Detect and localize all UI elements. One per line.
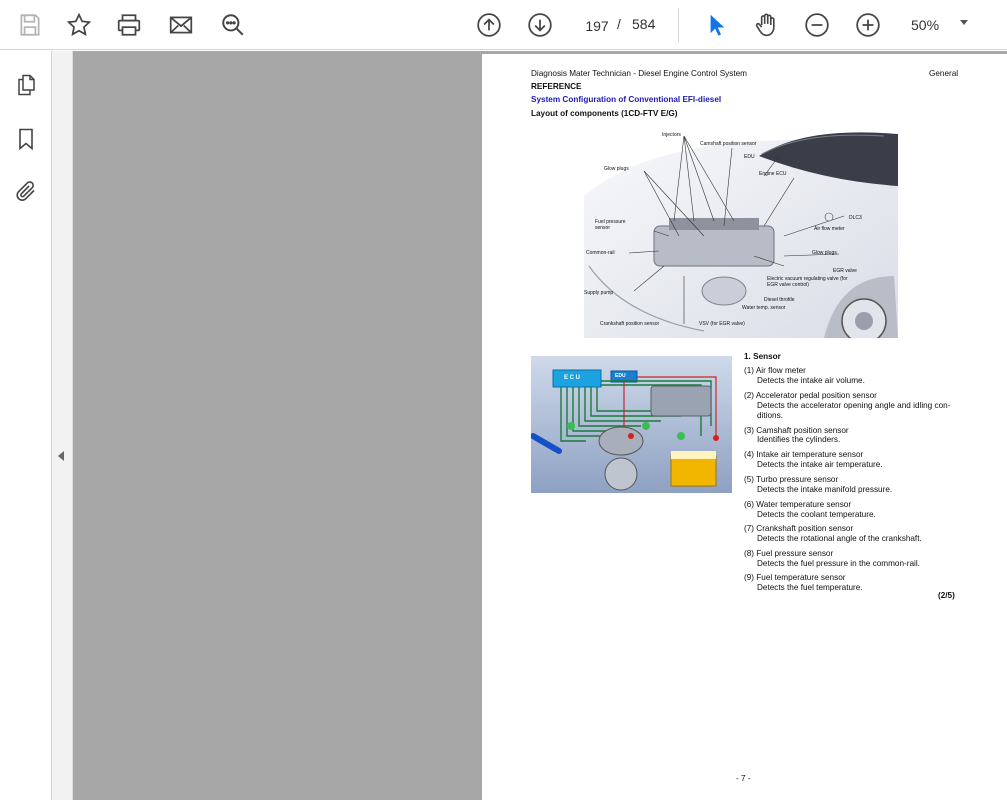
select-cursor-icon[interactable] (700, 9, 732, 41)
sensor-name: (2) Accelerator pedal position sensor (744, 391, 877, 400)
page-thumbnails-icon[interactable] (11, 70, 41, 100)
pdf-page: Diagnosis Mater Technician - Diesel Engi… (482, 54, 1007, 800)
attachment-icon[interactable] (11, 176, 41, 206)
sensor-name: (7) Crankshaft position sensor (744, 524, 854, 533)
header-right: General (929, 69, 959, 78)
page-footer: - 7 - (736, 774, 751, 783)
page-indicator: (2/5) (938, 591, 955, 600)
sensor-desc: Identifies the cylinders. (757, 435, 841, 444)
ecu-system-illustration (530, 356, 732, 493)
diagram-label: EGR valve (833, 268, 857, 274)
layout-title: Layout of components (1CD-FTV E/G) (531, 109, 678, 118)
sensor-desc: Detects the accelerator opening angle an… (757, 401, 951, 410)
sensor-desc: Detects the intake air volume. (757, 376, 865, 385)
hand-tool-icon[interactable] (750, 9, 782, 41)
star-icon[interactable] (63, 9, 95, 41)
header-left: Diagnosis Mater Technician - Diesel Engi… (531, 69, 748, 78)
diagram-label: Crankshaft position sensor (600, 321, 660, 327)
toolbar-divider (678, 8, 679, 42)
sensor-desc: Detects the intake air temperature. (757, 460, 883, 469)
sensor-desc: Detects the intake manifold pressure. (757, 485, 893, 494)
system-diagram: E C U EDU (530, 356, 732, 493)
diagram-label: Air flow meter (814, 226, 845, 232)
sensor-desc: ditions. (757, 411, 783, 420)
diagram-label: Diesel throttle (764, 297, 795, 303)
zoom-select[interactable]: 50% (903, 12, 977, 38)
diagram-label: Water temp. sensor (742, 305, 786, 311)
document-viewer[interactable]: Diagnosis Mater Technician - Diesel Engi… (73, 51, 1007, 800)
chevron-down-icon[interactable] (960, 20, 968, 25)
diagram-label: DLC3 (849, 215, 862, 221)
zoom-out-icon[interactable] (801, 9, 833, 41)
sensor-name: (8) Fuel pressure sensor (744, 549, 834, 558)
diagram-label: VSV (for EGR valve) (699, 321, 745, 327)
next-page-icon[interactable] (524, 9, 556, 41)
engine-layout-diagram: Injectors Camshaft position sensor EDU E… (584, 126, 898, 344)
diagram-label: Supply pump (584, 290, 614, 296)
sensor-desc: Detects the coolant temperature. (757, 510, 876, 519)
toolbar: 197 / 584 50% (0, 0, 1007, 50)
page-separator: / (617, 16, 621, 32)
zoom-in-icon[interactable] (852, 9, 884, 41)
reference-heading: REFERENCE (531, 82, 582, 91)
page-total: 584 (632, 16, 656, 32)
sensor-heading: 1. Sensor (744, 352, 781, 361)
sensor-name: (1) Air flow meter (744, 366, 806, 375)
sensor-desc: Detects the fuel pressure in the common-… (757, 559, 920, 568)
diagram-label: Engine ECU (759, 171, 787, 177)
diagram-label: Electric vacuum regulating valve (for EG… (767, 276, 848, 288)
engine-illustration (584, 126, 898, 344)
bookmark-icon[interactable] (11, 124, 41, 154)
sensor-desc: Detects the fuel temperature. (757, 583, 863, 592)
sensor-name: (9) Fuel temperature sensor (744, 573, 846, 582)
diagram-label: Camshaft position sensor (700, 141, 757, 147)
section-title: System Configuration of Conventional EFI… (531, 95, 722, 104)
diagram-label: Injectors (662, 132, 681, 138)
diagram-label: Glow plugs (812, 250, 837, 256)
sensor-name: (6) Water temperature sensor (744, 500, 852, 509)
ecu-label: E C U (564, 375, 581, 381)
print-icon[interactable] (113, 9, 145, 41)
edu-label: EDU (615, 373, 626, 379)
sensor-desc: Detects the rotational angle of the cran… (757, 534, 922, 543)
diagram-label: EDU (744, 154, 755, 160)
save-icon[interactable] (14, 9, 46, 41)
chevron-left-icon[interactable] (58, 451, 64, 461)
sidebar-collapse-handle[interactable] (52, 51, 73, 800)
page-number-input[interactable]: 197 (577, 12, 617, 38)
left-sidebar (0, 51, 52, 800)
diagram-label: Common-rail (586, 250, 615, 256)
previous-page-icon[interactable] (473, 9, 505, 41)
zoom-search-icon[interactable] (217, 9, 249, 41)
diagram-label: Fuel pressure sensor (595, 219, 626, 231)
sensor-name: (5) Turbo pressure sensor (744, 475, 839, 484)
sensor-name: (4) Intake air temperature sensor (744, 450, 864, 459)
email-icon[interactable] (165, 9, 197, 41)
diagram-label: Glow plugs (604, 166, 629, 172)
